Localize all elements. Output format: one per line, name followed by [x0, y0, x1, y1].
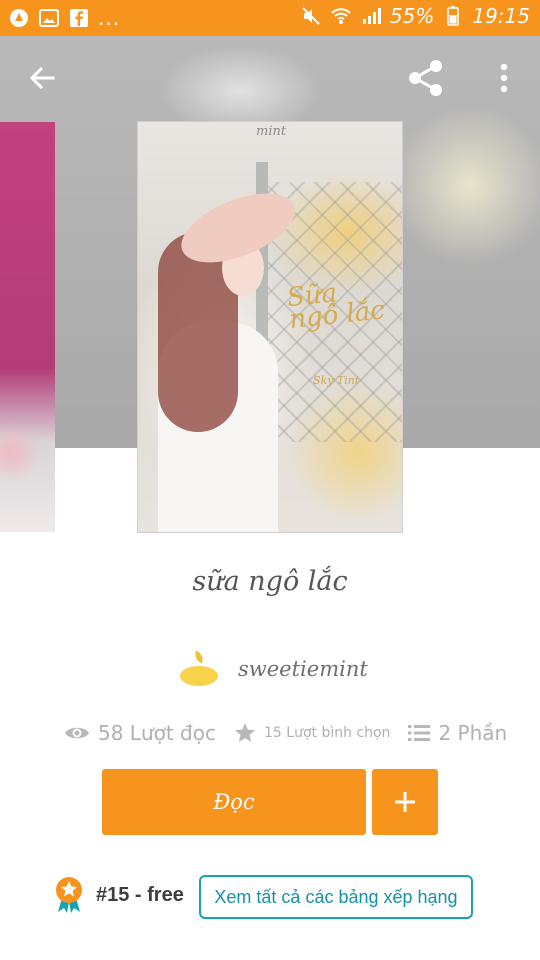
read-button-label: Đọc [213, 790, 255, 814]
signal-icon [360, 5, 382, 27]
parts-count: 2 Phần [438, 721, 508, 745]
mute-icon [300, 5, 322, 27]
status-bar-left: ... [8, 6, 120, 30]
avatar-lemon [180, 666, 218, 686]
more-vertical-icon [500, 63, 508, 93]
previous-story-cover[interactable] [0, 122, 55, 532]
story-stats: 58 Lượt đọc 15 Lượt bình chọn 2 Phần [64, 718, 507, 748]
list-icon [408, 725, 431, 741]
author-name[interactable]: sweetiemint [238, 657, 368, 681]
cover-script-subtitle: Sky Tint [313, 374, 360, 387]
eye-icon [65, 727, 89, 739]
all-rankings-label: Xem tất cả các bảng xếp hạng [214, 886, 458, 907]
author-link[interactable]: sweetiemint [176, 645, 368, 693]
votes-count: 15 Lượt bình chọn [264, 725, 391, 741]
battery-percent: 55% [389, 4, 435, 28]
parts-stat: 2 Phần [408, 721, 507, 745]
story-cover[interactable]: mint Sữa ngô lắc Sky Tint [138, 122, 402, 532]
arrow-left-icon [29, 66, 55, 90]
share-button[interactable] [404, 56, 448, 100]
status-bar-right: 55% 19:15 [300, 4, 530, 28]
read-button[interactable]: Đọc [102, 769, 366, 835]
reads-stat: 58 Lượt đọc [64, 721, 216, 745]
ranking-text: #15 - free [96, 883, 184, 906]
cover-art-detail [0, 422, 40, 482]
facebook-icon [68, 7, 90, 29]
avatar-leaf [192, 650, 206, 664]
battery-icon [442, 5, 464, 27]
ranking-badge-icon [54, 876, 84, 914]
plus-icon [395, 792, 415, 812]
wifi-icon [330, 5, 352, 27]
back-button[interactable] [20, 56, 64, 100]
app-icon [8, 7, 30, 29]
more-options-button[interactable] [482, 56, 526, 100]
votes-stat: 15 Lượt bình chọn [234, 722, 390, 744]
ranking: #15 - free [54, 874, 184, 916]
story-title: sữa ngô lắc [192, 566, 348, 597]
reads-count: 58 Lượt đọc [98, 721, 216, 745]
add-to-library-button[interactable] [372, 769, 438, 835]
cover-script-title: Sữa ngô lắc [285, 278, 387, 336]
gallery-icon [38, 7, 60, 29]
star-icon [235, 723, 255, 742]
status-more-indicator: ... [98, 6, 121, 30]
all-rankings-button[interactable]: Xem tất cả các bảng xếp hạng [199, 875, 473, 919]
cover-mark: mint [256, 124, 287, 139]
avatar[interactable] [176, 646, 222, 692]
clock: 19:15 [472, 4, 530, 28]
share-icon [409, 60, 442, 96]
backdrop-blur [390, 106, 540, 266]
status-bar: ... 55% 19:15 [0, 0, 540, 36]
